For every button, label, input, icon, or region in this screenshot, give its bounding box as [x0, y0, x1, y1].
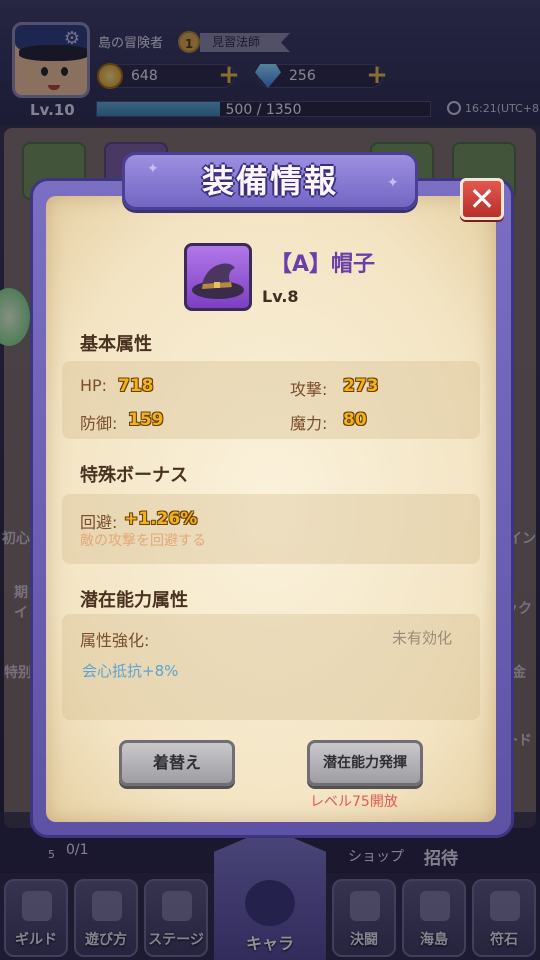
bonus-description: 敵の攻撃を回避する	[80, 533, 206, 549]
close-button[interactable]: ✕	[460, 178, 504, 220]
modal-title-banner: ✦ ✦ 装備情報	[122, 152, 418, 210]
close-icon: ✕	[468, 180, 496, 218]
potential-status: 未有効化	[392, 629, 453, 647]
potential-value: 会心抵抗+8%	[82, 662, 179, 680]
base-stats-box	[62, 361, 480, 439]
potential-label: 属性強化:	[80, 631, 150, 650]
stat-label-magic: 魔力:	[290, 414, 328, 433]
special-bonus-box	[62, 494, 480, 564]
wizard-hat-icon	[184, 243, 252, 311]
stat-label-defense: 防御:	[80, 414, 118, 433]
bonus-value: +1.26%	[124, 509, 198, 529]
stat-value-magic: 80	[343, 410, 367, 430]
stat-value-attack: 273	[343, 376, 379, 396]
item-name: 【A】帽子	[270, 252, 376, 277]
stat-value-hp: 718	[118, 376, 154, 396]
hat-graphic	[192, 263, 244, 299]
stat-label-attack: 攻撃:	[290, 380, 328, 399]
special-bonus-title: 特殊ボーナス	[80, 465, 188, 486]
activate-potential-button[interactable]: 潜在能力発揮	[307, 740, 423, 786]
potential-title: 潜在能力属性	[80, 590, 188, 611]
stat-label-hp: HP:	[80, 376, 108, 395]
item-level: Lv.8	[262, 287, 299, 306]
unlock-note: レベル75開放	[310, 794, 398, 810]
change-equipment-button[interactable]: 着替え	[119, 740, 235, 786]
modal-title: 装備情報	[201, 162, 338, 200]
base-stats-title: 基本属性	[80, 334, 152, 355]
stat-value-defense: 159	[128, 410, 164, 430]
